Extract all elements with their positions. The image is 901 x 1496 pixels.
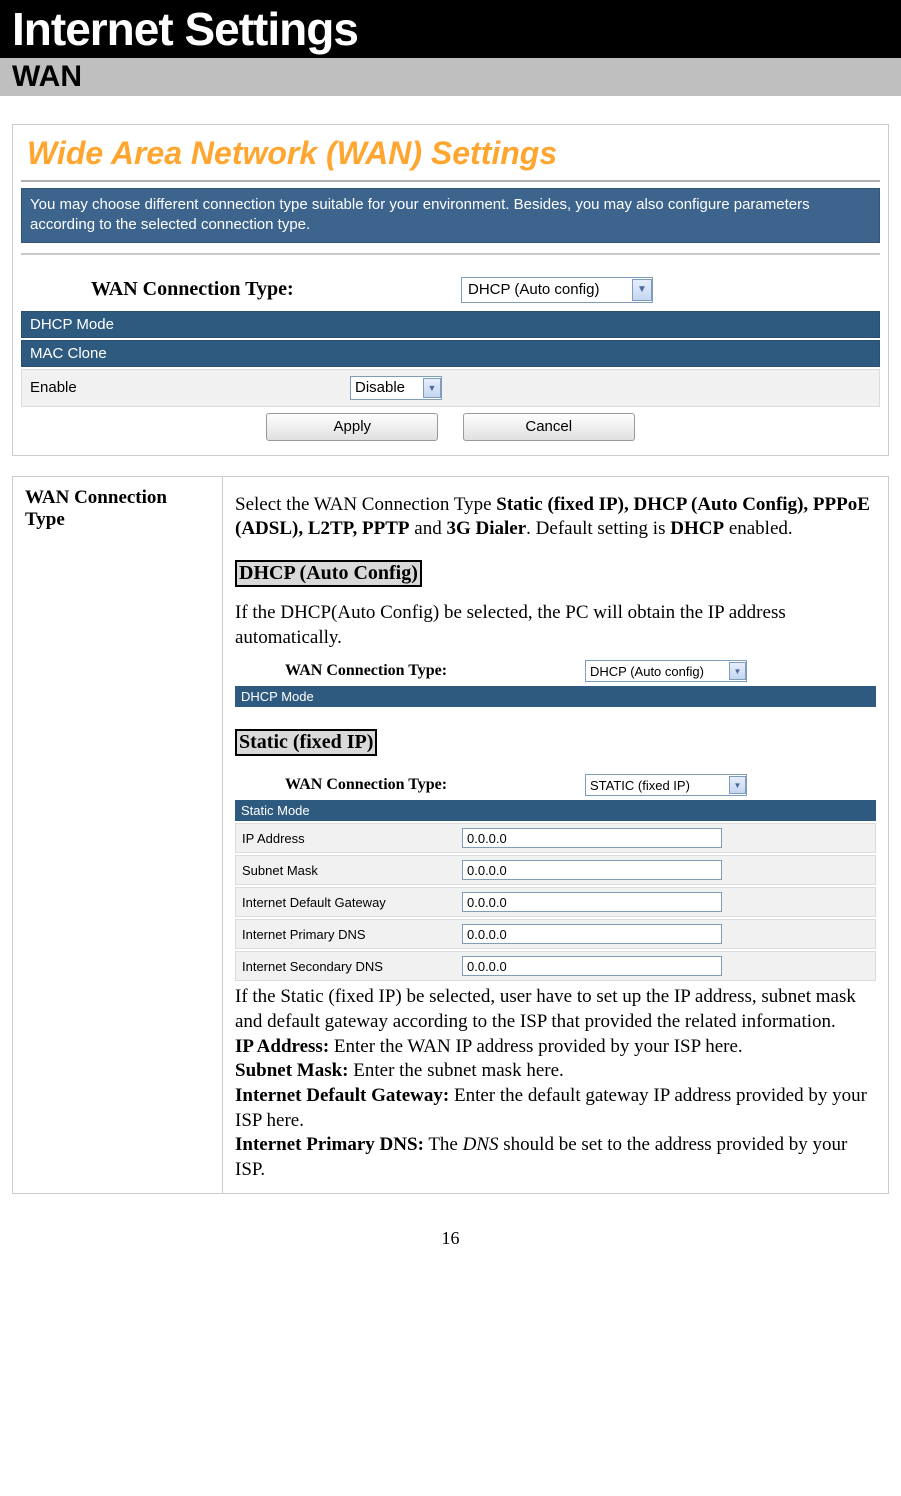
static-paragraph: If the Static (fixed IP) be selected, us… xyxy=(235,985,876,1183)
primary-dns-input[interactable] xyxy=(462,924,722,944)
divider xyxy=(21,253,880,255)
button-row: Apply Cancel xyxy=(21,407,880,447)
mini-conn-select-static[interactable]: STATIC (fixed IP) ▼ xyxy=(585,774,747,796)
dhcp-mini-panel: WAN Connection Type: DHCP (Auto config) … xyxy=(235,656,876,707)
dhcp-mode-band: DHCP Mode xyxy=(21,311,880,338)
page-number: 16 xyxy=(0,1214,901,1263)
table-row: Internet Default Gateway xyxy=(235,887,876,917)
table-row: Internet Primary DNS xyxy=(235,919,876,949)
cancel-button[interactable]: Cancel xyxy=(463,413,635,441)
chevron-down-icon[interactable]: ▼ xyxy=(729,776,746,794)
enable-label: Enable xyxy=(30,379,350,396)
dhcp-mini-band: DHCP Mode xyxy=(235,686,876,707)
static-heading: Static (fixed IP) xyxy=(235,729,377,756)
apply-button[interactable]: Apply xyxy=(266,413,438,441)
wan-settings-panel: Wide Area Network (WAN) Settings You may… xyxy=(12,124,889,456)
mini-conn-select-dhcp[interactable]: DHCP (Auto config) ▼ xyxy=(585,660,747,682)
description-table: WAN Connection Type Select the WAN Conne… xyxy=(12,476,889,1194)
desc-right-cell: Select the WAN Connection Type Static (f… xyxy=(223,476,889,1193)
chevron-down-icon[interactable]: ▼ xyxy=(423,378,441,398)
static-mini-panel: WAN Connection Type: STATIC (fixed IP) ▼… xyxy=(235,770,876,981)
enable-select[interactable]: Disable ▼ xyxy=(350,376,442,400)
panel-header: Wide Area Network (WAN) Settings xyxy=(21,133,880,182)
page-subtitle: WAN xyxy=(0,58,901,96)
subnet-mask-input[interactable] xyxy=(462,860,722,880)
chevron-down-icon[interactable]: ▼ xyxy=(632,279,652,301)
ip-address-input[interactable] xyxy=(462,828,722,848)
intro-paragraph: Select the WAN Connection Type Static (f… xyxy=(235,493,876,542)
wan-conn-select[interactable]: DHCP (Auto config) ▼ xyxy=(461,277,653,303)
static-mini-band: Static Mode xyxy=(235,800,876,821)
mac-clone-band: MAC Clone xyxy=(21,340,880,367)
panel-info: You may choose different connection type… xyxy=(21,188,880,243)
page-title: Internet Settings xyxy=(0,0,901,58)
table-row: Internet Secondary DNS xyxy=(235,951,876,981)
gateway-input[interactable] xyxy=(462,892,722,912)
wan-conn-label: WAN Connection Type: xyxy=(91,278,461,301)
mini-conn-label: WAN Connection Type: xyxy=(285,776,585,794)
mini-conn-label: WAN Connection Type: xyxy=(285,662,585,680)
enable-row: Enable Disable ▼ xyxy=(21,369,880,407)
enable-value: Disable xyxy=(351,379,423,396)
table-row: Subnet Mask xyxy=(235,855,876,885)
chevron-down-icon[interactable]: ▼ xyxy=(729,662,746,680)
wan-conn-value: DHCP (Auto config) xyxy=(462,281,632,298)
wan-conn-row: WAN Connection Type: DHCP (Auto config) … xyxy=(21,269,880,311)
desc-left-cell: WAN Connection Type xyxy=(13,476,223,1193)
dhcp-text: If the DHCP(Auto Config) be selected, th… xyxy=(235,601,876,650)
table-row: IP Address xyxy=(235,823,876,853)
dhcp-heading: DHCP (Auto Config) xyxy=(235,560,422,587)
secondary-dns-input[interactable] xyxy=(462,956,722,976)
